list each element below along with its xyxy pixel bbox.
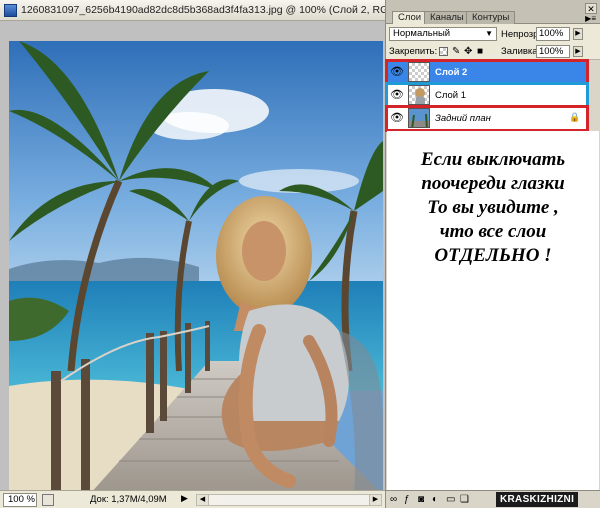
layer-thumbnail [408,108,430,128]
eye-icon[interactable]: 👁 [390,65,404,79]
fill-label: Заливка: [501,46,541,57]
opacity-slider-icon[interactable]: ▶ [573,28,583,40]
eye-icon[interactable]: 👁 [390,111,404,125]
watermark: KRASKIZHIZNI [496,492,579,507]
panel-menu-icon[interactable]: ▶≡ [585,14,596,23]
tab-layers[interactable]: Слои [392,11,428,25]
layer-thumbnail [408,62,430,82]
document-size: Док: 1,37M/4,09M [90,494,167,505]
photoshop-document-icon [4,4,17,17]
layer-name: Слой 1 [435,90,467,101]
blend-row: Нормальный ▼ Непрозр.: 100% ▶ [386,24,600,44]
layer-row-layer-2[interactable]: 👁 Слой 2 [385,59,589,86]
document-title: 1260831097_6256b4190ad82dc8d5b368ad3f4fa… [21,4,414,16]
panel-tabbar: Слои Каналы Контуры ✕ ▶≡ [386,0,600,25]
horizontal-scrollbar[interactable]: ◀ ▶ [196,494,382,506]
note-line: Если выключать [420,149,566,170]
note-line: ОТДЕЛЬНО ! [434,245,552,266]
instruction-note: Если выключать поочереди глазки То вы ув… [390,148,596,268]
layer-row-layer-1[interactable]: 👁 Слой 1 [385,82,589,109]
link-layers-icon[interactable]: ∞ [390,494,397,505]
tab-paths[interactable]: Контуры [466,11,516,24]
document-window: 1260831097_6256b4190ad82dc8d5b368ad3f4fa… [0,0,413,508]
note-line: что все слои [439,221,547,242]
panel-bottom-toolbar: ∞ ƒ ◙ ◐ ▭ ❏ KRASKIZHIZNI [386,490,600,508]
beach-thumbnail-icon [409,109,429,127]
lock-position-icon[interactable]: ✥ [464,46,472,57]
fill-slider-icon[interactable]: ▶ [573,46,583,57]
tab-channels[interactable]: Каналы [424,11,470,24]
layers-panel: Слои Каналы Контуры ✕ ▶≡ Нормальный ▼ Не… [385,0,600,508]
layer-thumbnail [408,85,430,105]
lock-row: Закрепить: ✎ ✥ ■ Заливка: 100% ▶ [386,44,600,60]
layer-name: Слой 2 [435,67,468,78]
chevron-down-icon: ▼ [485,29,493,38]
note-line: То вы увидите , [427,197,559,218]
document-titlebar[interactable]: 1260831097_6256b4190ad82dc8d5b368ad3f4fa… [0,0,413,21]
scroll-left-icon[interactable]: ◀ [197,495,209,505]
lock-transparency-icon[interactable] [439,47,448,56]
opacity-input[interactable]: 100% [536,27,570,41]
layer-style-icon[interactable]: ƒ [404,494,410,505]
canvas-area [0,21,385,495]
lock-pixels-icon[interactable]: ✎ [452,46,460,57]
navigator-icon[interactable] [42,494,54,506]
lock-all-icon[interactable]: ■ [477,46,483,57]
fill-input[interactable]: 100% [536,45,570,58]
scroll-right-icon[interactable]: ▶ [369,495,381,505]
blend-mode-select[interactable]: Нормальный ▼ [389,27,497,41]
new-group-icon[interactable]: ▭ [446,494,455,505]
new-layer-icon[interactable]: ❏ [460,494,469,505]
beach-photo [9,41,383,495]
zoom-field[interactable]: 100 % [3,493,37,507]
adjustment-layer-icon[interactable]: ◐ [432,494,438,505]
image-canvas[interactable] [9,41,383,495]
eye-icon[interactable]: 👁 [390,88,404,102]
lock-label: Закрепить: [389,46,438,57]
layer-mask-icon[interactable]: ◙ [418,494,424,505]
document-statusbar: 100 % Док: 1,37M/4,09M ▶ ◀ ▶ [0,490,385,508]
note-line: поочереди глазки [421,173,565,194]
status-menu-arrow-icon[interactable]: ▶ [181,493,188,504]
layer-name: Задний план [435,113,491,124]
lock-icon: 🔒 [569,112,581,122]
blend-mode-value: Нормальный [393,28,451,39]
close-icon[interactable]: ✕ [585,3,597,14]
woman-thumbnail-icon [415,88,425,104]
layer-row-background[interactable]: 👁 Задний план 🔒 [385,105,589,132]
